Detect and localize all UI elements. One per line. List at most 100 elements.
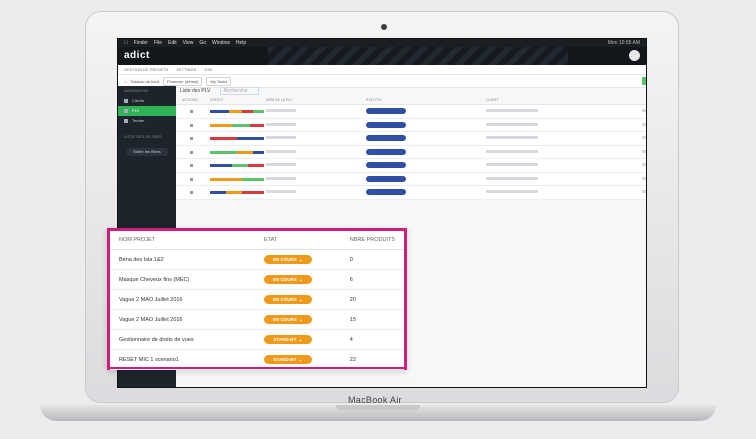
app-subnav: GESTION DE PROJETS SETTINGS JOB bbox=[118, 65, 646, 75]
menu-file[interactable]: File bbox=[154, 40, 162, 46]
row-action-icon[interactable] bbox=[190, 191, 193, 194]
toolbar-accent bbox=[642, 77, 646, 85]
subnav-item-job[interactable]: JOB bbox=[204, 67, 212, 72]
apple-icon[interactable]:  bbox=[124, 40, 128, 46]
table-row[interactable] bbox=[176, 105, 646, 119]
status-progress-bar bbox=[210, 191, 264, 194]
table-row[interactable] bbox=[176, 145, 646, 159]
search-input[interactable]: Recherche bbox=[220, 87, 259, 95]
home-icon[interactable]: ⌂ bbox=[124, 79, 126, 84]
sidebar-item-tender[interactable]: Tender bbox=[118, 116, 176, 126]
status-dropdown[interactable]: STAND-BY ⌄ bbox=[263, 335, 312, 344]
status-badge[interactable] bbox=[366, 135, 406, 141]
row-action-icon[interactable] bbox=[190, 164, 193, 167]
menu-finder[interactable]: Finder bbox=[134, 40, 148, 46]
table-row[interactable]: Vague 2 MAO Juillet 2016 EN COURS ⌄ 20 bbox=[110, 290, 404, 310]
header-nbre-produits[interactable]: NBRE PRODUITS bbox=[350, 237, 404, 243]
status-segment bbox=[242, 177, 264, 181]
status-segment bbox=[231, 164, 248, 167]
sidebar-item-clients[interactable]: Clients bbox=[118, 96, 176, 106]
tender-icon bbox=[124, 119, 128, 123]
status-dropdown[interactable]: STAND-BY ⌄ bbox=[263, 355, 312, 364]
plv-name-placeholder bbox=[266, 136, 296, 139]
subnav-item-projets[interactable]: GESTION DE PROJETS bbox=[124, 67, 168, 72]
status-segment bbox=[237, 150, 254, 154]
table-row[interactable] bbox=[176, 132, 646, 146]
status-progress-bar bbox=[210, 150, 264, 154]
plv-name-placeholder bbox=[266, 149, 296, 153]
table-row[interactable]: Masque Cheveux fins (MEC) EN COURS ⌄ 6 bbox=[110, 270, 404, 290]
status-progress-bar bbox=[210, 110, 264, 113]
dashboard-title: Tableau de bord bbox=[130, 78, 160, 84]
table-row[interactable] bbox=[176, 118, 646, 132]
status-segment bbox=[210, 191, 227, 194]
plv-icon bbox=[124, 109, 128, 113]
chevron-down-icon: ⌄ bbox=[298, 357, 303, 363]
status-dropdown[interactable]: EN COURS ⌄ bbox=[263, 255, 312, 264]
status-progress-bar bbox=[210, 137, 264, 140]
status-progress-bar bbox=[210, 164, 264, 167]
tab-my-tasks[interactable]: My Tasks bbox=[206, 76, 232, 86]
column-header[interactable]: ACTIONS bbox=[182, 98, 198, 102]
client-path-placeholder bbox=[486, 122, 538, 126]
project-name: RESET MIC 1 scenario1 bbox=[119, 356, 179, 363]
row-action-icon[interactable] bbox=[190, 137, 193, 140]
menu-edit[interactable]: Edit bbox=[168, 40, 177, 46]
status-dropdown[interactable]: EN COURS ⌄ bbox=[263, 295, 312, 304]
client-path-placeholder bbox=[486, 163, 538, 166]
header-nom-projet[interactable]: NOM PROJET bbox=[110, 237, 264, 243]
header-pattern bbox=[268, 47, 568, 65]
table-row[interactable]: Vague 2 MAO Juillet 2016 EN COURS ⌄ 15 bbox=[110, 310, 404, 330]
row-action-icon[interactable] bbox=[190, 150, 193, 154]
status-dropdown[interactable]: EN COURS ⌄ bbox=[263, 275, 312, 284]
status-dropdown[interactable]: EN COURS ⌄ bbox=[263, 315, 312, 324]
status-badge[interactable] bbox=[366, 162, 406, 168]
subnav-item-settings[interactable]: SETTINGS bbox=[176, 67, 196, 72]
plv-name-placeholder bbox=[266, 109, 296, 112]
status-segment bbox=[247, 164, 264, 167]
avatar[interactable] bbox=[629, 50, 640, 61]
menu-window[interactable]: Window bbox=[212, 40, 230, 46]
row-action-icon[interactable] bbox=[190, 177, 193, 181]
column-header[interactable]: NOM DE LA PLV bbox=[266, 98, 292, 102]
column-header[interactable]: CLIENT bbox=[486, 98, 498, 102]
row-end-placeholder bbox=[642, 163, 646, 166]
status-label: STAND-BY bbox=[273, 337, 297, 342]
status-badge[interactable] bbox=[366, 121, 406, 128]
app-logo[interactable]: adict bbox=[124, 50, 150, 61]
status-badge[interactable] bbox=[366, 189, 406, 195]
row-action-icon[interactable] bbox=[190, 110, 193, 113]
row-end-placeholder bbox=[642, 109, 646, 112]
header-etat[interactable]: ETAT bbox=[264, 237, 350, 243]
table-row[interactable] bbox=[176, 172, 646, 186]
row-action-icon[interactable] bbox=[190, 123, 193, 127]
menu-view[interactable]: View bbox=[183, 40, 194, 46]
status-badge[interactable] bbox=[366, 148, 406, 155]
plv-name-placeholder bbox=[266, 190, 296, 193]
project-name: Vague 2 MAO Juillet 2016 bbox=[119, 316, 183, 323]
chevron-down-icon: ⌄ bbox=[298, 257, 303, 263]
status-segment bbox=[210, 123, 232, 127]
status-progress-bar bbox=[210, 177, 264, 181]
sidebar-item-label: PLV bbox=[132, 108, 140, 113]
filter-dropdown[interactable]: Financier (défaut) bbox=[163, 76, 203, 86]
edit-filters-button[interactable]: Éditer les filtres bbox=[126, 148, 168, 156]
menu-help[interactable]: Help bbox=[236, 40, 246, 46]
sidebar-item-label: Tender bbox=[132, 118, 145, 123]
sidebar-item-plv[interactable]: PLV bbox=[118, 106, 176, 116]
column-header[interactable]: STATUT bbox=[210, 98, 223, 102]
table-row[interactable]: Gestionnaire de droits de vues STAND-BY ⌄ 4 bbox=[110, 330, 404, 350]
status-label: EN COURS bbox=[272, 257, 297, 262]
chevron-down-icon: ⌄ bbox=[298, 317, 303, 323]
table-row[interactable]: RESET MIC 1 scenario1 STAND-BY ⌄ 22 bbox=[110, 350, 404, 370]
project-table-header: NOM PROJET ETAT NBRE PRODUITS bbox=[110, 231, 404, 250]
menu-go[interactable]: Go bbox=[199, 40, 206, 46]
table-row[interactable] bbox=[176, 186, 646, 200]
table-row[interactable]: Béna des Isla 1&2 EN COURS ⌄ 0 bbox=[110, 250, 404, 270]
table-row[interactable] bbox=[176, 159, 646, 173]
status-badge[interactable] bbox=[366, 108, 406, 114]
column-header[interactable]: ÉTAT PLV bbox=[366, 98, 382, 102]
app-header: adict bbox=[118, 47, 646, 65]
status-badge[interactable] bbox=[366, 175, 406, 182]
status-segment bbox=[242, 191, 264, 194]
